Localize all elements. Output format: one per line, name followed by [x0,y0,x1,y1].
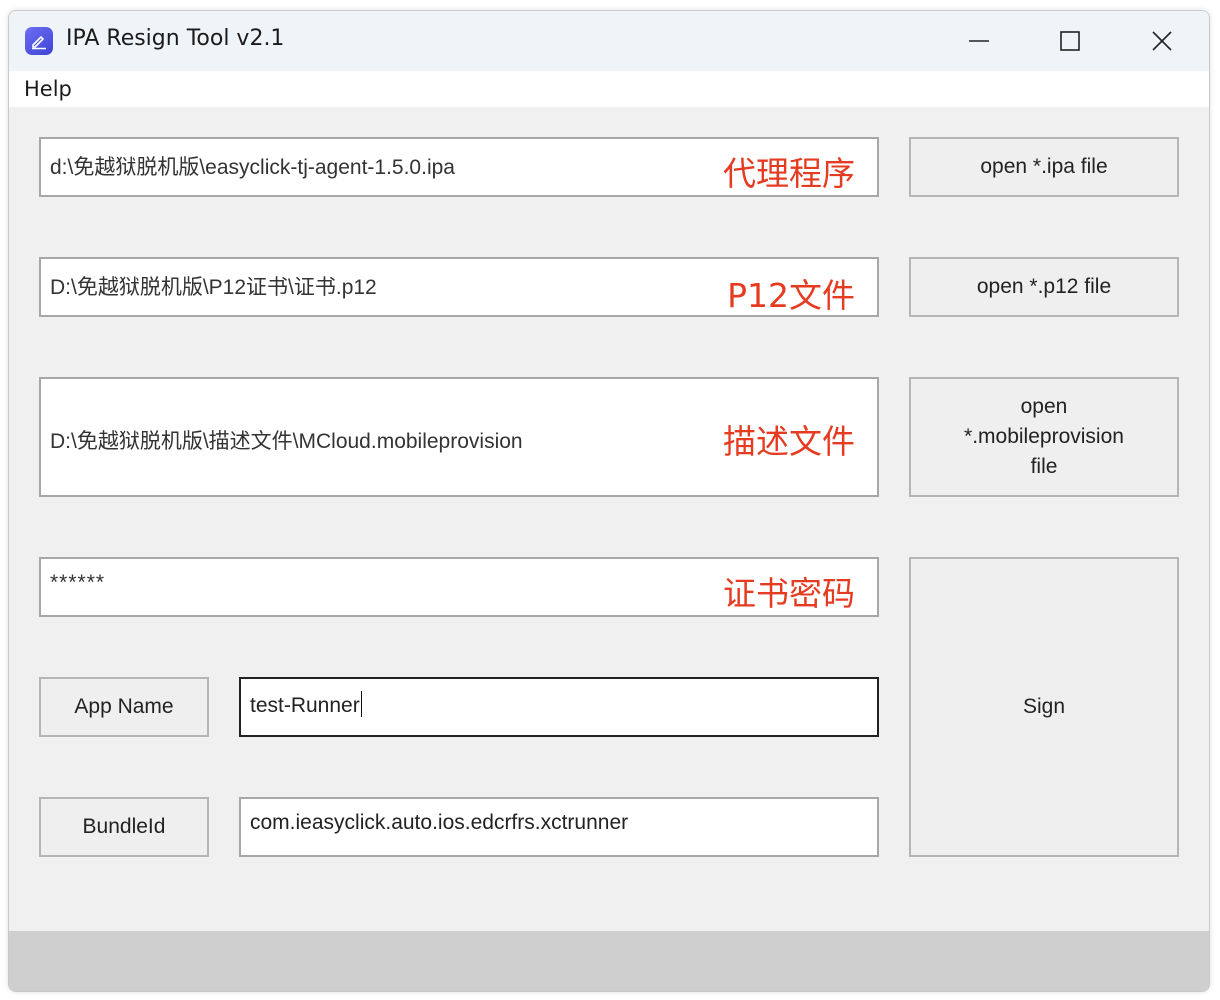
cert-password-input[interactable]: ****** 证书密码 [39,557,879,617]
minimize-icon [969,40,989,42]
text-caret [360,691,362,717]
ipa-path-input[interactable]: d:\免越狱脱机版\easyclick-tj-agent-1.5.0.ipa 代… [39,137,879,197]
title-bar[interactable]: IPA Resign Tool v2.1 [9,11,1209,71]
open-provision-label: open *.mobileprovision file [964,392,1124,482]
ipa-path-hint: 代理程序 [723,154,855,193]
open-provision-label-line: *.mobileprovision [964,425,1124,448]
maximize-icon [1060,31,1080,51]
app-name-value: test-Runner [250,694,360,717]
ipa-path-value: d:\免越狱脱机版\easyclick-tj-agent-1.5.0.ipa [50,156,455,179]
sign-button[interactable]: Sign [909,557,1179,857]
p12-path-value: D:\免越狱脱机版\P12证书\证书.p12 [50,276,377,299]
menu-bar: Help [9,71,1209,107]
p12-path-hint: P12文件 [727,276,855,315]
bundle-id-input[interactable]: com.ieasyclick.auto.ios.edcrfrs.xctrunne… [239,797,879,857]
close-icon [1152,31,1172,51]
provision-path-value: D:\免越狱脱机版\描述文件\MCloud.mobileprovision [50,430,523,453]
app-name-input[interactable]: test-Runner [239,677,879,737]
open-provision-button[interactable]: open *.mobileprovision file [909,377,1179,497]
open-ipa-button[interactable]: open *.ipa file [909,137,1179,197]
open-provision-label-line: file [1030,455,1058,478]
bundle-id-button[interactable]: BundleId [39,797,209,857]
provision-path-hint: 描述文件 [723,422,855,461]
app-window: IPA Resign Tool v2.1 Help d:\免越狱脱机版\easy… [8,10,1210,992]
provision-path-input[interactable]: D:\免越狱脱机版\描述文件\MCloud.mobileprovision 描述… [39,377,879,497]
p12-path-input[interactable]: D:\免越狱脱机版\P12证书\证书.p12 P12文件 [39,257,879,317]
pencil-edit-icon [25,27,53,55]
open-provision-label-line: open [1020,395,1068,418]
minimize-button[interactable] [949,21,1009,61]
close-button[interactable] [1132,21,1192,61]
cert-password-value: ****** [50,571,106,594]
maximize-button[interactable] [1040,21,1100,61]
menu-item-help[interactable]: Help [24,77,72,101]
bundle-id-value: com.ieasyclick.auto.ios.edcrfrs.xctrunne… [250,811,629,834]
cert-password-hint: 证书密码 [723,574,855,613]
open-p12-button[interactable]: open *.p12 file [909,257,1179,317]
window-title: IPA Resign Tool v2.1 [66,26,285,51]
app-name-button[interactable]: App Name [39,677,209,737]
app-name-value-wrap: test-Runner [250,691,362,718]
status-bar [9,931,1209,991]
